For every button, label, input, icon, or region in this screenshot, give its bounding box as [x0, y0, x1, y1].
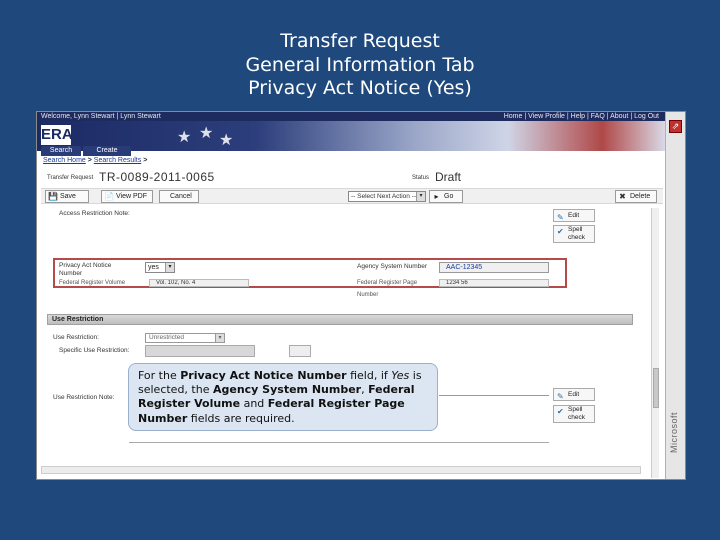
tab-create[interactable]: Create: [83, 146, 131, 156]
cancel-button[interactable]: Cancel: [159, 190, 199, 203]
chevron-down-icon: ▾: [165, 263, 174, 272]
use-restriction-note-label: Use Restriction Note:: [53, 394, 115, 401]
callout-italic: Yes: [391, 369, 410, 382]
fr-page-input[interactable]: 1234 56: [439, 279, 549, 287]
edit-icon: ✎: [557, 392, 564, 401]
go-label: Go: [444, 193, 454, 200]
breadcrumb-home[interactable]: Search Home: [43, 157, 86, 164]
content-scrollbar[interactable]: [651, 208, 659, 478]
callout-bold: Agency System Number: [212, 383, 362, 397]
go-icon: ▸: [434, 192, 439, 201]
note-spell-check-button[interactable]: ✔ Spell check: [553, 405, 595, 423]
next-action-value: -- Select Next Action --: [351, 193, 417, 200]
next-action-select[interactable]: -- Select Next Action -- ▾: [348, 191, 426, 202]
save-label: Save: [60, 193, 76, 200]
breadcrumb-separator: >: [85, 157, 94, 164]
edit-label: Edit: [568, 212, 580, 219]
slide-title-line-1: Transfer Request: [280, 30, 440, 52]
specific-use-label: Specific Use Restriction:: [59, 347, 130, 354]
scrollbar-thumb[interactable]: [653, 368, 659, 408]
spell-check-icon: ✔: [557, 407, 564, 416]
agency-system-label: Agency System Number: [357, 263, 428, 270]
delete-button[interactable]: ✖ Delete: [615, 190, 657, 203]
edit-icon: ✎: [557, 213, 564, 222]
pdf-icon: 📄: [104, 192, 114, 201]
chevron-down-icon: ▾: [416, 192, 425, 201]
toolbar: 💾 Save 📄 View PDF Cancel -- Select Next …: [41, 188, 663, 204]
instruction-callout: For the Privacy Act Notice Number field,…: [128, 363, 438, 431]
save-icon: 💾: [48, 192, 58, 201]
note-spell-check-label: Spell check: [568, 406, 585, 421]
star-icon: ★: [199, 125, 214, 142]
breadcrumb-current[interactable]: Search Results: [94, 157, 141, 164]
edit-button[interactable]: ✎ Edit: [553, 209, 595, 222]
request-number: TR-0089-2011-0065: [99, 170, 215, 184]
use-restriction-select[interactable]: Unrestricted ▾: [145, 333, 225, 343]
tab-search[interactable]: Search: [41, 146, 81, 156]
side-panel: ⇗ Microsoft: [665, 112, 685, 479]
callout-text: and: [240, 397, 268, 411]
save-button[interactable]: 💾 Save: [45, 190, 89, 203]
divider: [129, 442, 549, 443]
callout-text: fields are required.: [187, 411, 295, 425]
delete-icon: ✖: [619, 192, 626, 201]
fr-volume-label: Federal Register Volume: [59, 280, 126, 286]
view-pdf-button[interactable]: 📄 View PDF: [101, 190, 153, 203]
chevron-down-icon: ▾: [215, 334, 224, 342]
horizontal-scrollbar[interactable]: [41, 466, 641, 474]
privacy-act-label: Privacy Act Notice Number: [59, 262, 112, 277]
top-links[interactable]: Home | View Profile | Help | FAQ | About…: [504, 112, 659, 121]
spell-check-icon: ✔: [557, 227, 564, 236]
access-restriction-label: Access Restriction Note:: [59, 210, 130, 217]
popout-icon[interactable]: ⇗: [669, 120, 682, 133]
spell-check-label: Spell check: [568, 226, 585, 241]
privacy-act-select[interactable]: yes ▾: [145, 262, 175, 273]
use-restriction-header[interactable]: Use Restriction: [47, 314, 633, 325]
callout-text: field, if: [346, 369, 392, 382]
note-edit-label: Edit: [568, 391, 580, 398]
top-bar: Welcome, Lynn Stewart | Lynn Stewart Hom…: [37, 112, 665, 121]
slide-title-line-2: General Information Tab: [245, 53, 475, 76]
specific-use-button[interactable]: [289, 345, 311, 357]
era-logo: ERA: [41, 125, 73, 145]
fr-volume-input[interactable]: Vol. 102, No. 4: [149, 279, 249, 287]
welcome-text: Welcome, Lynn Stewart | Lynn Stewart: [41, 113, 161, 120]
fr-page-label: Federal Register Page: [357, 280, 418, 286]
view-pdf-label: View PDF: [116, 193, 147, 200]
fr-page-sublabel: Number: [357, 292, 379, 298]
breadcrumb-arrow: >: [141, 157, 148, 164]
divider: [439, 395, 549, 396]
delete-label: Delete: [630, 193, 651, 200]
brand-text: Microsoft: [669, 412, 679, 454]
use-restriction-label: Use Restriction:: [53, 334, 99, 341]
star-icon: ★: [177, 129, 192, 146]
breadcrumb: Search Home > Search Results >: [43, 157, 147, 164]
slide-title: Transfer Request General Information Tab…: [0, 30, 720, 101]
slide-title-line-3: Privacy Act Notice (Yes): [248, 77, 472, 99]
note-edit-button[interactable]: ✎ Edit: [553, 388, 595, 401]
privacy-act-value: yes: [148, 264, 159, 271]
agency-system-input[interactable]: AAC-12345: [439, 262, 549, 273]
status-value: Draft: [435, 170, 462, 184]
callout-bold: Privacy Act Notice Number: [180, 369, 347, 382]
spell-check-button[interactable]: ✔ Spell check: [553, 225, 595, 243]
main-tabs: Search Create: [37, 146, 665, 156]
use-restriction-value: Unrestricted: [149, 334, 185, 341]
callout-text: For the: [138, 369, 181, 382]
go-button[interactable]: ▸ Go: [429, 190, 463, 203]
specific-use-input[interactable]: [145, 345, 255, 357]
status-label: Status: [412, 175, 430, 181]
request-label: Transfer Request: [47, 175, 94, 181]
